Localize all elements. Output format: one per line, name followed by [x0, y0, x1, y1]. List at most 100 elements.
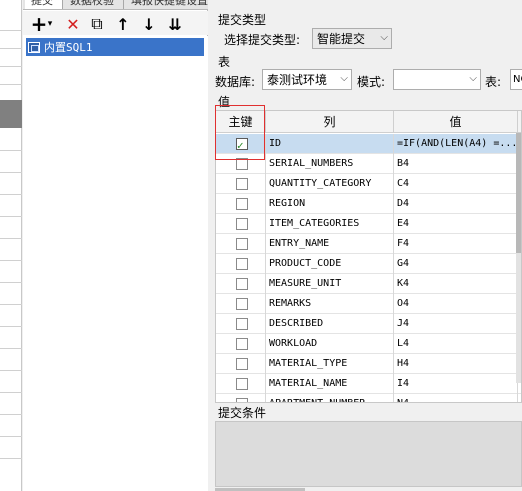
schema-label: 模式:	[357, 75, 386, 89]
primary-key-checkbox[interactable]	[236, 318, 248, 330]
primary-key-cell	[216, 254, 266, 274]
value-cell[interactable]: I4	[394, 374, 518, 394]
add-dropdown-icon[interactable]: ▾	[45, 14, 55, 34]
tab-shortcut-settings[interactable]: 填报快捷键设置	[125, 0, 208, 9]
database-select[interactable]: 泰测试环境 ⌵	[262, 69, 352, 90]
move-bottom-button[interactable]: ⇊	[165, 14, 185, 34]
table-row[interactable]: ENTRY_NAME F4	[216, 234, 521, 254]
primary-key-checkbox[interactable]	[236, 198, 248, 210]
primary-key-checkbox[interactable]	[236, 258, 248, 270]
primary-key-cell	[216, 314, 266, 334]
tree-item-label: 内置SQL1	[44, 41, 93, 54]
value-cell[interactable]: O4	[394, 294, 518, 314]
column-name-cell[interactable]: MEASURE_UNIT	[266, 274, 394, 294]
database-icon	[28, 41, 40, 53]
primary-key-checkbox[interactable]	[236, 378, 248, 390]
copy-button[interactable]: ⧉	[87, 14, 107, 34]
schema-select[interactable]: ⌵	[393, 69, 481, 90]
submit-conditions-box[interactable]	[215, 421, 522, 487]
chevron-down-icon: ⌵	[340, 73, 348, 84]
submit-conditions-title: 提交条件	[218, 406, 267, 420]
submit-type-select[interactable]: 智能提交 ⌵	[312, 28, 392, 49]
table-row[interactable]: MEASURE_UNIT K4	[216, 274, 521, 294]
column-name-cell[interactable]: QUANTITY_CATEGORY	[266, 174, 394, 194]
chevron-down-icon: ⌵	[380, 32, 388, 43]
toolbar: + ▾ ✕ ⧉ ↑ ↓ ⇊	[23, 11, 208, 36]
submit-settings-panel: 提交类型 选择提交类型: 智能提交 ⌵ 表 数据库: 泰测试环境 ⌵ 模式: ⌵…	[212, 0, 522, 491]
move-down-button[interactable]: ↓	[139, 14, 159, 34]
scrollbar-thumb[interactable]	[516, 133, 521, 253]
database-label: 数据库:	[215, 75, 256, 89]
table-label: 表:	[485, 75, 502, 89]
primary-key-checkbox[interactable]	[236, 278, 248, 290]
primary-key-cell	[216, 354, 266, 374]
primary-key-checkbox[interactable]	[236, 218, 248, 230]
tab-submit[interactable]: 提交	[25, 0, 63, 9]
column-name-cell[interactable]: SERIAL_NUMBERS	[266, 154, 394, 174]
vertical-scrollbar[interactable]	[516, 133, 521, 383]
primary-key-checkbox[interactable]	[236, 178, 248, 190]
column-name-cell[interactable]: ENTRY_NAME	[266, 234, 394, 254]
header-value[interactable]: 值	[394, 111, 518, 133]
column-name-cell[interactable]: MATERIAL_TYPE	[266, 354, 394, 374]
column-name-cell[interactable]: APARTMENT_NUMBER	[266, 394, 394, 402]
header-column[interactable]: 列	[266, 111, 394, 133]
value-cell[interactable]: N4	[394, 394, 518, 402]
submit-type-label: 选择提交类型:	[224, 33, 301, 47]
value-cell[interactable]: G4	[394, 254, 518, 274]
value-cell[interactable]: D4	[394, 194, 518, 214]
primary-key-checkbox[interactable]	[236, 398, 248, 402]
left-edge-panel	[0, 0, 22, 491]
table-select[interactable]: NO	[510, 69, 522, 90]
primary-key-highlight	[215, 105, 265, 160]
value-cell[interactable]: J4	[394, 314, 518, 334]
delete-button[interactable]: ✕	[63, 14, 83, 34]
table-row[interactable]: REMARKS O4	[216, 294, 521, 314]
value-cell[interactable]: E4	[394, 214, 518, 234]
submit-type-value: 智能提交	[317, 32, 366, 46]
table-value: NO	[513, 74, 522, 85]
value-cell[interactable]: =IF(AND(LEN(A4) =...	[394, 134, 518, 154]
primary-key-cell	[216, 214, 266, 234]
table-row[interactable]: APARTMENT_NUMBERN4	[216, 394, 521, 402]
table-row[interactable]: DESCRIBED J4	[216, 314, 521, 334]
value-cell[interactable]: H4	[394, 354, 518, 374]
submit-type-section-title: 提交类型	[218, 13, 267, 27]
column-name-cell[interactable]: MATERIAL_NAME	[266, 374, 394, 394]
primary-key-cell	[216, 374, 266, 394]
tree-item-sql1[interactable]: 内置SQL1	[26, 38, 204, 56]
primary-key-cell	[216, 394, 266, 402]
primary-key-checkbox[interactable]	[236, 358, 248, 370]
primary-key-cell	[216, 234, 266, 254]
table-row[interactable]: MATERIAL_NAME I4	[216, 374, 521, 394]
table-row[interactable]: MATERIAL_TYPE H4	[216, 354, 521, 374]
value-cell[interactable]: F4	[394, 234, 518, 254]
primary-key-cell	[216, 274, 266, 294]
column-name-cell[interactable]: ITEM_CATEGORIES	[266, 214, 394, 234]
tab-bar: 提交 数据校验 填报快捷键设置	[23, 0, 208, 10]
column-name-cell[interactable]: REMARKS	[266, 294, 394, 314]
column-name-cell[interactable]: REGION	[266, 194, 394, 214]
column-name-cell[interactable]: ID	[266, 134, 394, 154]
table-row[interactable]: QUANTITY_CATEGORY C4	[216, 174, 521, 194]
value-cell[interactable]: C4	[394, 174, 518, 194]
value-cell[interactable]: B4	[394, 154, 518, 174]
primary-key-checkbox[interactable]	[236, 338, 248, 350]
database-value: 泰测试环境	[267, 73, 328, 87]
move-up-button[interactable]: ↑	[113, 14, 133, 34]
primary-key-checkbox[interactable]	[236, 238, 248, 250]
table-row[interactable]: ITEM_CATEGORIES E4	[216, 214, 521, 234]
primary-key-checkbox[interactable]	[236, 298, 248, 310]
sql-list-panel: 提交 数据校验 填报快捷键设置 + ▾ ✕ ⧉ ↑ ↓ ⇊ 内置SQL1	[23, 0, 208, 491]
tab-data-validation[interactable]: 数据校验	[64, 0, 124, 9]
table-row[interactable]: WORKLOAD L4	[216, 334, 521, 354]
primary-key-cell	[216, 334, 266, 354]
column-name-cell[interactable]: PRODUCT_CODE	[266, 254, 394, 274]
column-name-cell[interactable]: DESCRIBED	[266, 314, 394, 334]
value-cell[interactable]: L4	[394, 334, 518, 354]
column-name-cell[interactable]: WORKLOAD	[266, 334, 394, 354]
value-cell[interactable]: K4	[394, 274, 518, 294]
table-row[interactable]: PRODUCT_CODE G4	[216, 254, 521, 274]
primary-key-cell	[216, 174, 266, 194]
table-row[interactable]: REGION D4	[216, 194, 521, 214]
